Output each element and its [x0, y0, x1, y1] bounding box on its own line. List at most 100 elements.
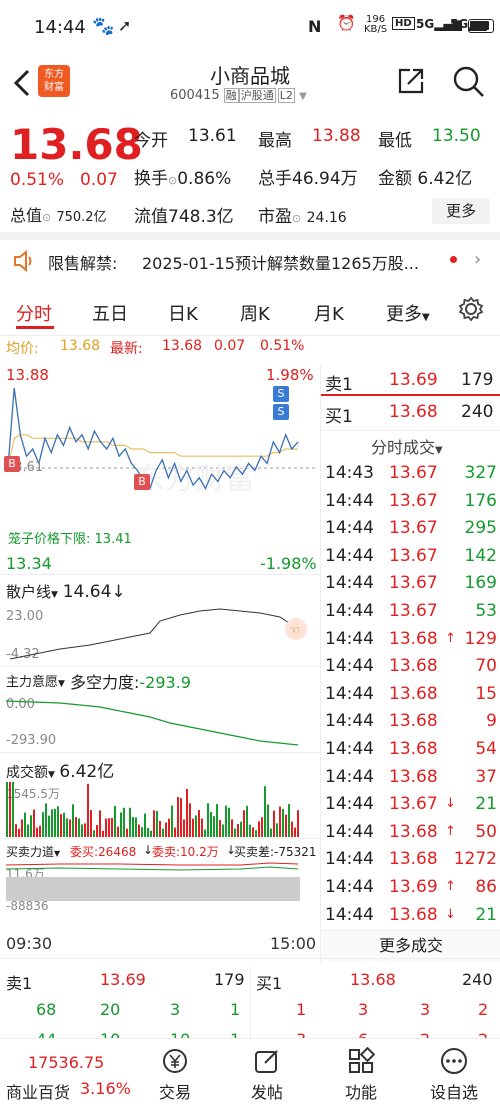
tick-volume: 327 [464, 463, 497, 483]
tick-time: 14:44 [325, 821, 374, 842]
tab-monthly-k[interactable]: 月K [314, 300, 344, 326]
volume-bar [285, 814, 287, 837]
volume-bar [294, 827, 296, 837]
index-value: 17536.75 [28, 1053, 105, 1072]
eastmoney-logo[interactable]: 东方 财富 [38, 65, 70, 97]
chevron-down-icon[interactable]: ▼ [299, 91, 307, 102]
volume-bar [171, 805, 173, 837]
nav-trade[interactable]: 交易 [152, 1047, 198, 1103]
tick-arrow: ↑ [445, 823, 456, 839]
bid-queue-cell: 1 [296, 1000, 307, 1019]
latest-value: 13.68 [162, 338, 203, 354]
volume-bar [201, 818, 203, 837]
volume-bar [264, 786, 266, 837]
nav-functions[interactable]: 功能 [338, 1046, 384, 1103]
back-arrow-icon[interactable] [12, 68, 32, 98]
tick-volume: 53 [475, 601, 497, 621]
sell-marker[interactable]: S [273, 404, 289, 420]
volume-bar [72, 804, 74, 837]
tick-volume: 37 [475, 766, 497, 787]
tick-time: 14:44 [325, 739, 374, 759]
info-icon[interactable]: ⊙ [42, 211, 51, 224]
buy-marker[interactable]: B [134, 474, 150, 490]
tab-five-day[interactable]: 五日 [92, 300, 128, 326]
volume-bar [153, 810, 155, 837]
l2-tag: L2 [277, 88, 295, 103]
buy-marker[interactable]: B [4, 456, 20, 472]
volume-bar [228, 807, 230, 837]
latest-pct: 0.51% [260, 338, 305, 354]
volume-bar [132, 817, 134, 837]
volume-bar [216, 804, 218, 837]
tab-more[interactable]: 更多▼ [386, 300, 430, 326]
info-icon[interactable]: ⊙ [292, 212, 301, 225]
sector-index[interactable]: 17536.75 商业百货 3.16% [0, 1039, 140, 1117]
volume-bar [240, 821, 242, 837]
volume-bar [39, 825, 41, 837]
ticks-title[interactable]: 分时成交▼ [371, 434, 443, 458]
tab-daily-k[interactable]: 日K [168, 300, 198, 326]
volume-panel[interactable]: 成交额▼ 6.42亿 1545.5万 [0, 752, 320, 838]
tick-volume: 169 [464, 573, 497, 594]
bid-1-label: 买1 [256, 974, 283, 993]
speaker-icon [14, 250, 32, 272]
avg-label: 均价: [6, 341, 39, 357]
volume-bar [111, 817, 113, 837]
volume-bar [9, 782, 11, 837]
tick-row: 14:44 13.68 1272 [321, 847, 500, 874]
last-price: 13.68 [10, 120, 143, 169]
tick-price: 13.68 [389, 683, 438, 704]
volume-bar [189, 803, 191, 837]
ask-queue-cell: 68 [36, 1000, 57, 1019]
nav-post[interactable]: 发帖 [244, 1047, 290, 1103]
status-time: 14:44 [34, 17, 86, 38]
connect-tag: 沪股通 [238, 88, 276, 103]
tick-row: 14:44 13.68 54 [321, 737, 500, 764]
volume-bar [117, 826, 119, 837]
volume-bar [126, 828, 128, 837]
tick-volume: 9 [486, 711, 497, 732]
tab-weekly-k[interactable]: 周K [240, 300, 270, 326]
nav-add-watchlist[interactable]: 设自选 [424, 1047, 484, 1103]
bottom-orderbook: 卖1 13.69 179 买1 13.68 240 68203113324410… [0, 958, 500, 1049]
stock-code-row: 600415 融沪股通 L2 ▼ [170, 87, 307, 103]
tick-time: 14:44 [325, 628, 374, 649]
notice-text: 2025-01-15预计解禁数量1265万股... [142, 254, 419, 273]
volume-bar [30, 815, 32, 837]
volume-bar [210, 812, 212, 837]
retail-line-panel[interactable]: 散户线▼ 14.64↓ 23.00 -4.32 ☜ [0, 574, 320, 666]
float-cap: 流值748.3亿 [134, 207, 234, 227]
price-summary-line: 均价: 13.68 最新: 13.68 0.07 0.51% [0, 336, 500, 366]
unlock-notice[interactable]: 限售解禁: 2025-01-15预计解禁数量1265万股... › [0, 240, 500, 284]
sell-marker[interactable]: S [273, 386, 289, 402]
bid-queue-cell: 3 [358, 1000, 369, 1019]
volume-bar [258, 821, 260, 837]
tick-time: 14:44 [325, 877, 374, 897]
tick-row: 14:44 13.67 295 [321, 516, 500, 543]
more-button[interactable]: 更多 [432, 198, 490, 224]
volume-bar [213, 816, 215, 837]
intraday-chart[interactable]: 东方财富 13.88 1.98% 13.61 B B S S 笼子价格下限: 1… [0, 364, 320, 964]
volume-bar [255, 830, 257, 837]
search-icon[interactable] [452, 65, 486, 99]
edit-icon [255, 1050, 278, 1073]
volume-bar [282, 808, 284, 837]
chart-bottom-pct: -1.98% [260, 554, 317, 573]
volume-bar [36, 827, 38, 837]
axis-start: 09:30 [6, 934, 53, 953]
main-force-panel[interactable]: 主力意愿▼ 多空力度:-293.9 0.00 -293.90 [0, 666, 320, 752]
volume-bar [195, 815, 197, 837]
buysell-force-panel[interactable]: 买卖力道▼ 委买:26468 ↓ 委卖:10.2万 ↓ 买卖差:-75321 1… [0, 838, 320, 928]
ask-queue-cell: 1 [230, 1000, 241, 1019]
gear-icon[interactable] [458, 296, 484, 322]
share-icon[interactable] [396, 66, 426, 96]
index-pct: 3.16% [80, 1079, 131, 1098]
tab-intraday[interactable]: 分时 [16, 300, 52, 326]
volume-bar [177, 797, 179, 837]
tick-price: 13.67 [389, 518, 438, 539]
info-icon[interactable]: ⊙ [168, 174, 177, 187]
low-label: 最低 [378, 131, 412, 151]
volume-bar [276, 823, 278, 837]
tick-time: 14:44 [325, 683, 374, 704]
tick-time: 14:44 [325, 518, 374, 539]
